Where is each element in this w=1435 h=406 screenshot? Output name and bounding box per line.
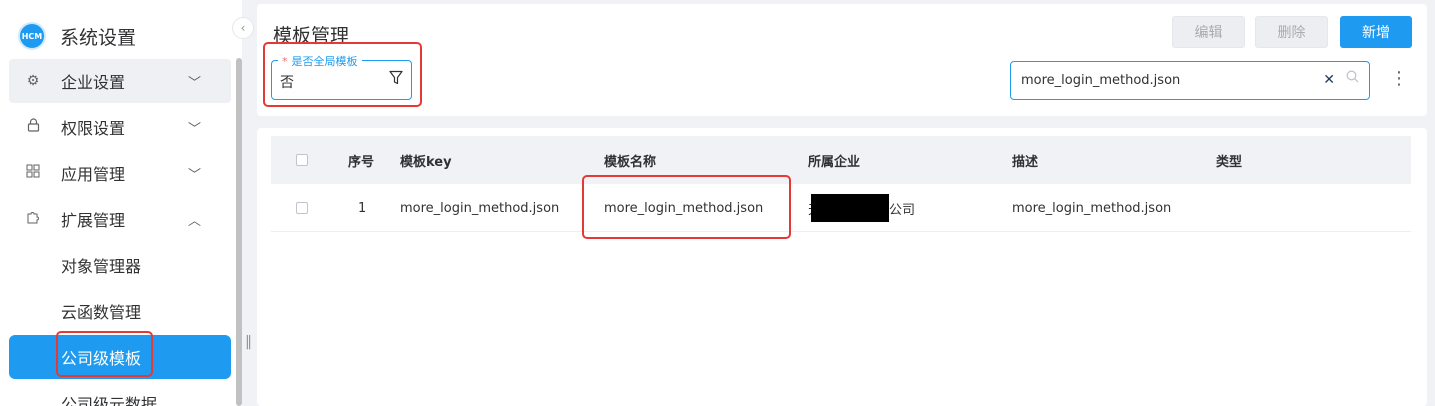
row-description: more_login_method.json	[1012, 200, 1172, 216]
sidebar-subitem-company-templates[interactable]: 公司级模板	[9, 335, 231, 379]
filter-label-text: 是否全局模板	[291, 55, 358, 68]
delete-button[interactable]: 删除	[1255, 16, 1328, 48]
table-row[interactable]: 1 more_login_method.json more_login_meth…	[271, 184, 1411, 232]
sidebar-item-label: 应用管理	[61, 165, 126, 184]
column-header-index: 序号	[348, 154, 375, 170]
sidebar-item-permission-settings[interactable]: 权限设置 ﹀	[9, 105, 231, 149]
select-all-checkbox[interactable]	[296, 136, 308, 184]
sidebar-subitem-company-metadata[interactable]: 公司级元数据	[9, 381, 231, 406]
table-card: 序号 模板key 模板名称 所属企业 描述 类型 1 more_login_me…	[257, 128, 1427, 406]
lock-icon	[23, 118, 43, 136]
puzzle-icon	[23, 210, 43, 228]
row-company: 天 公司	[808, 184, 915, 232]
chevron-left-icon: ‹	[240, 21, 246, 35]
chevron-up-icon: ︿	[187, 213, 201, 229]
settings-icon: ⚙	[26, 73, 40, 89]
sidebar-item-extension-management[interactable]: 扩展管理 ︿	[9, 197, 231, 241]
column-header-description: 描述	[1012, 154, 1039, 170]
required-mark: *	[282, 55, 288, 68]
add-button[interactable]: 新增	[1340, 16, 1412, 48]
table-header: 序号 模板key 模板名称 所属企业 描述 类型	[271, 136, 1411, 184]
column-header-type: 类型	[1216, 154, 1243, 170]
search-icon[interactable]	[1346, 70, 1359, 87]
sidebar-subitem-cloud-functions[interactable]: 云函数管理	[9, 289, 231, 333]
sidebar-item-app-management[interactable]: 应用管理 ﹀	[9, 151, 231, 195]
filter-icon[interactable]	[389, 70, 403, 89]
filter-label: * 是否全局模板	[278, 53, 362, 69]
grid-icon	[23, 164, 43, 182]
row-index: 1	[358, 200, 367, 216]
global-template-filter[interactable]: * 是否全局模板 否	[271, 53, 412, 100]
chevron-down-icon: ﹀	[187, 121, 201, 137]
sidebar-item-label: 权限设置	[61, 119, 126, 138]
hcm-logo: HCM	[18, 22, 46, 50]
sidebar-item-enterprise-settings[interactable]: ⚙ 企业设置 ﹀	[9, 59, 231, 103]
column-header-key: 模板key	[400, 154, 452, 170]
more-options-icon[interactable]: ⋮	[1390, 68, 1408, 89]
row-checkbox[interactable]	[296, 184, 308, 232]
sidebar: HCM 系统设置 ⚙ 企业设置 ﹀ 权限设置 ﹀ 应用管理 ﹀ 扩展管理 ︿ 对…	[0, 0, 242, 406]
row-key: more_login_method.json	[400, 200, 560, 216]
sidebar-item-label: 企业设置	[61, 73, 126, 92]
filter-value: 否	[280, 75, 294, 91]
sidebar-item-label: 扩展管理	[61, 211, 126, 230]
checkbox[interactable]	[296, 202, 308, 214]
resize-handle[interactable]: ‖	[245, 334, 252, 350]
edit-button[interactable]: 编辑	[1172, 16, 1245, 48]
chevron-down-icon: ﹀	[187, 167, 201, 183]
brand: HCM 系统设置	[18, 22, 136, 50]
column-header-company: 所属企业	[808, 154, 861, 170]
row-name: more_login_method.json	[604, 200, 764, 216]
search-value: more_login_method.json	[1021, 73, 1181, 88]
redacted-block	[811, 194, 890, 222]
chevron-down-icon: ﹀	[187, 75, 201, 91]
search-input[interactable]: more_login_method.json ✕	[1010, 61, 1370, 100]
sidebar-scrollbar[interactable]	[236, 58, 242, 406]
checkbox[interactable]	[296, 154, 308, 166]
company-suffix: 公司	[889, 202, 916, 218]
collapse-sidebar-button[interactable]: ‹	[232, 17, 254, 39]
header-card: 模板管理 编辑 删除 新增 * 是否全局模板 否 more_login_metho…	[257, 4, 1427, 116]
column-header-name: 模板名称	[604, 154, 657, 170]
page-title: 模板管理	[273, 25, 350, 47]
clear-icon[interactable]: ✕	[1323, 72, 1335, 88]
sidebar-title: 系统设置	[60, 26, 137, 49]
sidebar-subitem-object-manager[interactable]: 对象管理器	[9, 243, 231, 287]
